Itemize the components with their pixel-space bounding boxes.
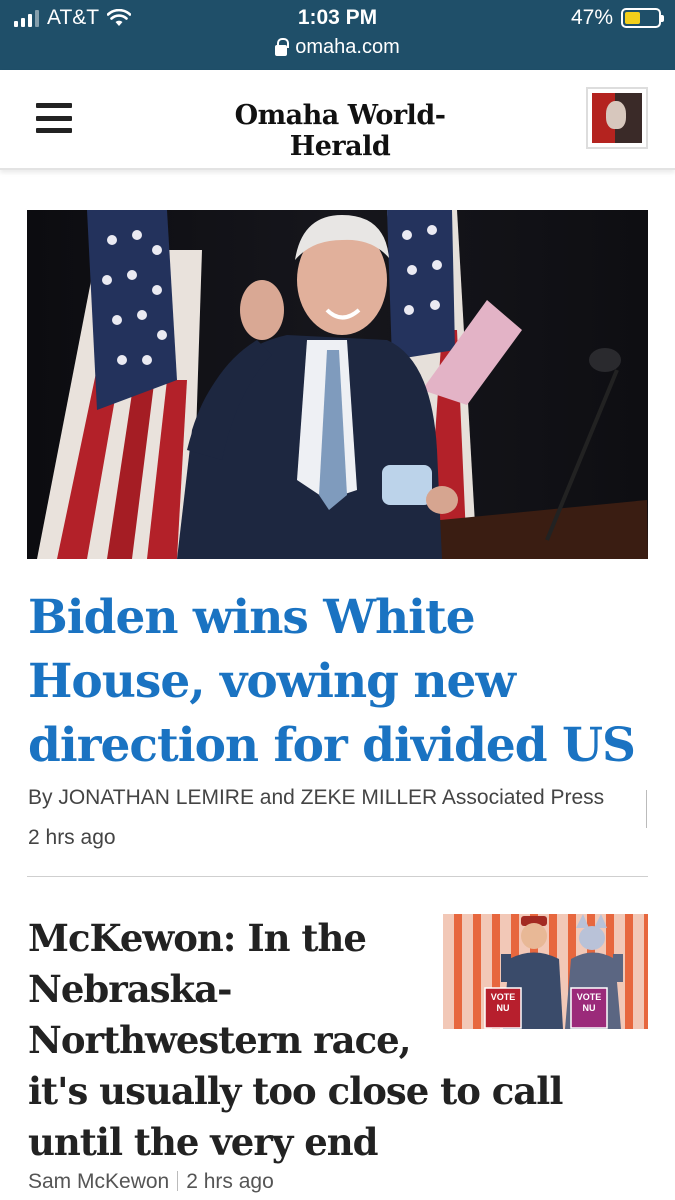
story-divider bbox=[27, 876, 648, 877]
menu-icon[interactable] bbox=[36, 103, 72, 133]
vote-illustration bbox=[484, 914, 623, 1029]
second-story-headline-line1: McKewon: In the Nebraska-Northwestern ra… bbox=[28, 916, 412, 1062]
address-bar[interactable]: omaha.com bbox=[0, 36, 675, 59]
lead-story-timestamp: 2 hrs ago bbox=[28, 826, 116, 849]
lock-icon bbox=[275, 37, 290, 56]
url-text: omaha.com bbox=[295, 36, 400, 58]
battery-level-fill bbox=[625, 12, 641, 24]
lead-story-image[interactable] bbox=[27, 210, 648, 559]
flag-left bbox=[37, 210, 202, 559]
second-story-author[interactable]: Sam McKewon bbox=[28, 1170, 169, 1193]
lead-story-headline[interactable]: Biden wins White House, vowing new direc… bbox=[28, 586, 648, 778]
second-story-timestamp: 2 hrs ago bbox=[186, 1170, 274, 1193]
second-story-image[interactable]: VOTE NU VOTE NU bbox=[443, 914, 648, 1029]
site-header: Omaha World-Herald bbox=[0, 70, 675, 170]
lead-photo bbox=[37, 210, 648, 559]
status-bar: AT&T 1:03 PM 47% omaha.com bbox=[0, 0, 675, 70]
avatar[interactable] bbox=[586, 87, 648, 149]
site-logo[interactable]: Omaha World-Herald bbox=[190, 100, 490, 162]
second-story-meta: Sam McKewon 2 hrs ago bbox=[28, 1170, 274, 1194]
vote-label-right: VOTE NU bbox=[576, 992, 602, 1013]
lead-story-byline: By JONATHAN LEMIRE and ZEKE MILLER Assoc… bbox=[28, 786, 605, 809]
battery-group: 47% bbox=[570, 6, 664, 30]
avatar-image bbox=[592, 93, 642, 143]
meta-separator bbox=[177, 1171, 179, 1191]
byline-divider bbox=[646, 790, 647, 828]
battery-percent: 47% bbox=[570, 6, 613, 29]
second-story-headline-line2: it's usually too close to call until the… bbox=[28, 1069, 563, 1164]
vote-label-left: VOTE NU bbox=[490, 992, 516, 1013]
battery-icon bbox=[621, 8, 664, 28]
